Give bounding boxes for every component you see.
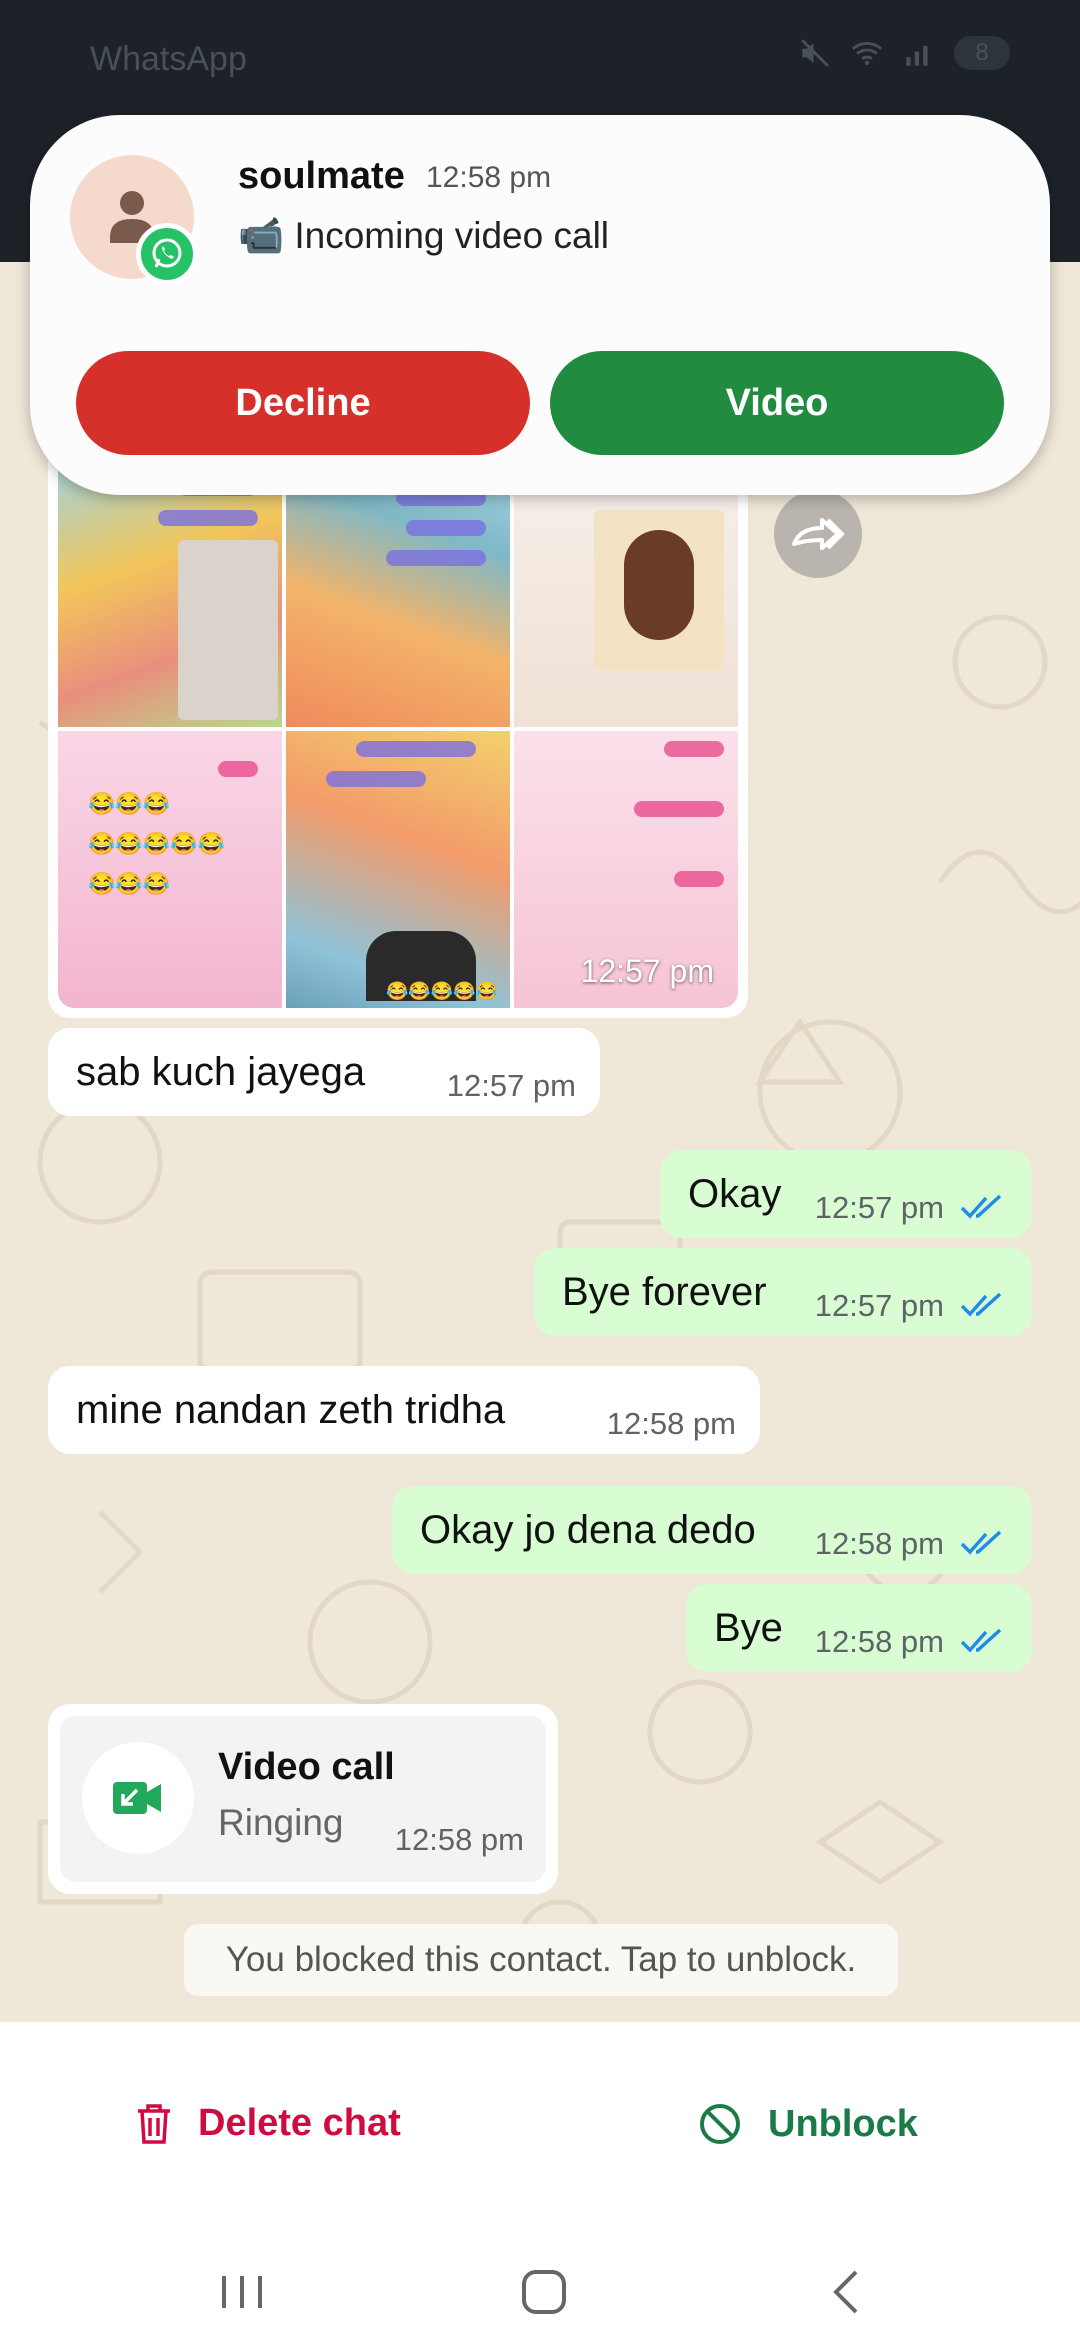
outgoing-message[interactable]: Bye 12:58 pm (686, 1584, 1032, 1672)
message-text: Okay (688, 1171, 782, 1216)
call-title: Video call (218, 1746, 395, 1788)
unblock-button[interactable]: Unblock (698, 2102, 918, 2146)
home-icon[interactable] (514, 2262, 574, 2322)
incoming-call-notification[interactable]: soulmate 12:58 pm 📹 Incoming video call … (30, 115, 1050, 495)
message-time: 12:58 pm (814, 1624, 944, 1659)
message-time: 12:58 pm (606, 1406, 736, 1441)
signal-icon (906, 45, 928, 66)
app-title: WhatsApp (90, 40, 247, 78)
outgoing-message[interactable]: Okay 12:57 pm (660, 1150, 1032, 1238)
forward-icon (792, 518, 845, 550)
battery-indicator: 8 (954, 36, 1010, 70)
message-text: Bye forever (562, 1269, 767, 1314)
recent-apps-icon[interactable] (214, 2262, 274, 2322)
missed-video-call-icon (82, 1742, 194, 1854)
outgoing-message[interactable]: Okay jo dena dedo 12:58 pm (392, 1486, 1032, 1574)
video-call-message[interactable]: Video call Ringing 12:58 pm (48, 1704, 558, 1894)
status-icons: 8 (798, 36, 1010, 70)
unblock-label: Unblock (768, 2102, 918, 2145)
message-time: 12:57 pm (814, 1288, 944, 1323)
message-time: 12:57 pm (580, 953, 714, 989)
message-text: mine nandan zeth tridha (76, 1387, 506, 1432)
delete-chat-label: Delete chat (198, 2102, 401, 2144)
bottom-action-bar: Delete chat Unblock (0, 2022, 1080, 2340)
caller-name: soulmate (238, 155, 405, 197)
call-card[interactable]: Video call Ringing 12:58 pm (60, 1716, 546, 1882)
message-time: 12:57 pm (814, 1190, 944, 1225)
back-icon[interactable] (816, 2262, 876, 2322)
trash-icon (138, 2103, 170, 2144)
message-text: Bye (714, 1605, 783, 1650)
read-ticks-icon (960, 1628, 1002, 1653)
block-icon (700, 2104, 740, 2144)
incoming-message[interactable]: sab kuch jayega 12:57 pm (48, 1028, 600, 1116)
blocked-contact-notice[interactable]: You blocked this contact. Tap to unblock… (184, 1924, 898, 1996)
read-ticks-icon (960, 1292, 1002, 1317)
call-status: Ringing (218, 1802, 344, 1843)
notification-time: 12:58 pm (426, 161, 552, 194)
message-time: 12:58 pm (814, 1526, 944, 1561)
image-message[interactable]: 😂😂😂 😂😂😂😂😂 😂😂😂 😂😂😂😂😂 12:57 pm (48, 440, 748, 1018)
message-text: sab kuch jayega (76, 1049, 366, 1094)
outgoing-message[interactable]: Bye forever 12:57 pm (534, 1248, 1032, 1336)
delete-chat-button[interactable]: Delete chat (136, 2102, 401, 2145)
accept-video-button[interactable]: Video (550, 351, 1004, 455)
collage-tile: 😂😂😂 😂😂😂😂😂 😂😂😂 (58, 731, 282, 1008)
read-ticks-icon (960, 1194, 1002, 1219)
shared-image-collage[interactable]: 😂😂😂 😂😂😂😂😂 😂😂😂 😂😂😂😂😂 12:57 pm (58, 450, 738, 1008)
decline-button[interactable]: Decline (76, 351, 530, 455)
read-ticks-icon (960, 1530, 1002, 1555)
message-text: Okay jo dena dedo (420, 1507, 756, 1552)
forward-button[interactable] (774, 490, 862, 578)
incoming-message[interactable]: mine nandan zeth tridha 12:58 pm (48, 1366, 760, 1454)
notification-message: 📹 Incoming video call (238, 215, 610, 256)
call-time: 12:58 pm (394, 1822, 524, 1857)
message-time: 12:57 pm (446, 1068, 576, 1103)
wifi-icon (851, 42, 883, 66)
collage-tile: 😂😂😂😂😂 (286, 731, 510, 1008)
whatsapp-icon (136, 223, 198, 285)
mute-icon (801, 39, 829, 67)
